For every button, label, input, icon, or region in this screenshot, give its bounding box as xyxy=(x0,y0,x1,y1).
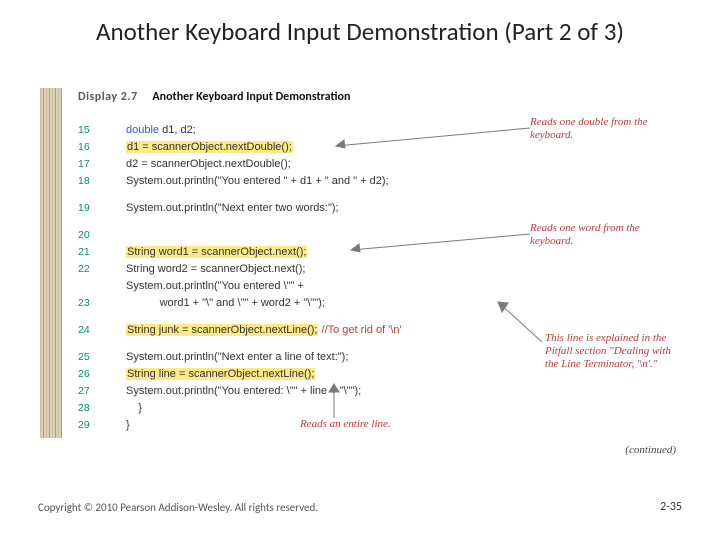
code-line: d1 = scannerObject.nextDouble(); xyxy=(126,139,293,156)
code-line: System.out.println("Next enter two words… xyxy=(126,200,339,217)
arrow-icon xyxy=(320,376,360,420)
highlight: String word1 = scannerObject.next(); xyxy=(126,246,307,258)
code-line: System.out.println("You entered " + d1 +… xyxy=(126,173,389,190)
code-line: } xyxy=(126,417,130,434)
slide-title: Another Keyboard Input Demonstration (Pa… xyxy=(38,16,682,47)
line-number: 28 xyxy=(78,400,106,417)
code-line: System.out.println("You entered \"" + xyxy=(126,278,304,295)
decorative-rule xyxy=(40,88,62,438)
line-number: 29 xyxy=(78,417,106,434)
code-comment: //To get rid of '\n' xyxy=(318,324,401,336)
arrow-icon xyxy=(490,296,550,350)
line-number: 23 xyxy=(78,295,106,312)
code-line: double d1, d2; xyxy=(126,122,196,139)
line-number: 17 xyxy=(78,156,106,173)
display-label: Display 2.7 xyxy=(78,90,138,104)
line-number: 16 xyxy=(78,139,106,156)
line-number: 20 xyxy=(78,227,106,244)
line-number: 25 xyxy=(78,349,106,366)
line-number: 26 xyxy=(78,366,106,383)
continued-label: (continued) xyxy=(625,444,676,456)
line-number: 24 xyxy=(78,322,106,339)
code-line: d2 = scannerObject.nextDouble(); xyxy=(126,156,291,173)
code-line: String line = scannerObject.nextLine(); xyxy=(126,366,315,383)
code-line: String word2 = scannerObject.next(); xyxy=(126,261,305,278)
line-number: 21 xyxy=(78,244,106,261)
highlight: d1 = scannerObject.nextDouble(); xyxy=(126,141,293,153)
arrow-icon xyxy=(345,232,530,258)
highlight: String line = scannerObject.nextLine(); xyxy=(126,368,315,380)
line-number: 15 xyxy=(78,122,106,139)
copyright: Copyright © 2010 Pearson Addison-Wesley.… xyxy=(38,501,318,514)
display-header: Display 2.7 Another Keyboard Input Demon… xyxy=(78,90,350,104)
code-line: System.out.println("Next enter a line of… xyxy=(126,349,348,366)
annotation-word: Reads one word from the keyboard. xyxy=(530,222,660,248)
code-line: word1 + "\" and \"" + word2 + "\""); xyxy=(126,295,325,312)
code-line: String junk = scannerObject.nextLine(); … xyxy=(126,322,402,339)
display-caption: Another Keyboard Input Demonstration xyxy=(152,90,350,104)
line-number: 27 xyxy=(78,383,106,400)
annotation-double: Reads one double from the keyboard. xyxy=(530,116,660,142)
arrow-icon xyxy=(330,126,530,156)
page-number: 2-35 xyxy=(660,500,682,514)
highlight: String junk = scannerObject.nextLine(); xyxy=(126,324,318,336)
annotation-pitfall: This line is explained in the Pitfall se… xyxy=(545,332,675,372)
line-number: 19 xyxy=(78,200,106,217)
line-number: 18 xyxy=(78,173,106,190)
line-number: 22 xyxy=(78,261,106,278)
code-listing: 15 double d1, d2; 16 d1 = scannerObject.… xyxy=(78,122,668,434)
slide: Another Keyboard Input Demonstration (Pa… xyxy=(0,0,720,540)
code-line: String word1 = scannerObject.next(); xyxy=(126,244,307,261)
code-line: } xyxy=(126,400,142,417)
